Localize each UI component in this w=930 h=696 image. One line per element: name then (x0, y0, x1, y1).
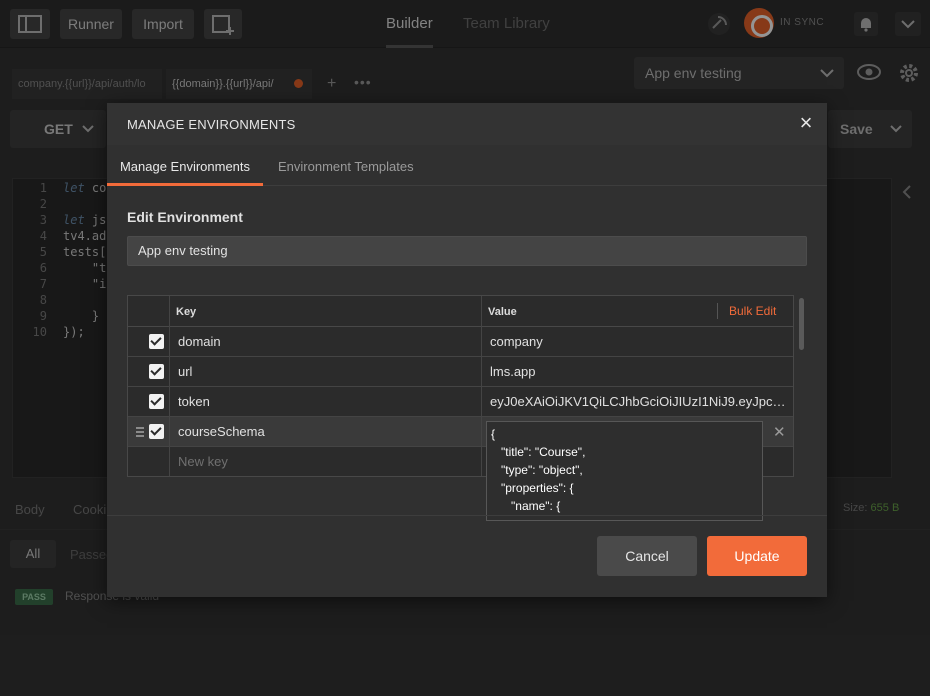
value-line: "name": { (491, 499, 561, 513)
environment-name-input[interactable]: App env testing (127, 236, 807, 266)
table-row: url lms.app (128, 357, 793, 387)
value-line: "properties": { (491, 481, 574, 495)
footer-divider (107, 515, 827, 516)
update-button[interactable]: Update (707, 536, 807, 576)
key-column-header: Key (176, 306, 197, 318)
row-enabled-checkbox[interactable] (149, 424, 164, 439)
modal-title: MANAGE ENVIRONMENTS (127, 117, 296, 132)
tab-manage-environments[interactable]: Manage Environments (107, 151, 263, 186)
variable-value[interactable]: lms.app (490, 364, 790, 379)
table-header: Key Value Bulk Edit (128, 296, 793, 327)
value-line: "title": "Course", (491, 445, 586, 459)
variable-key[interactable]: url (178, 364, 192, 379)
variable-value[interactable]: eyJ0eXAiOiJKV1QiLCJhbGciOiJIUzI1NiJ9.eyJ… (490, 394, 790, 409)
value-column-header: Value (488, 306, 517, 318)
value-line: { (491, 427, 496, 441)
variable-key[interactable]: domain (178, 334, 221, 349)
table-scrollbar[interactable] (799, 298, 804, 350)
column-divider (169, 296, 170, 476)
table-row: token eyJ0eXAiOiJKV1QiLCJhbGciOiJIUzI1Ni… (128, 387, 793, 417)
drag-handle-icon[interactable] (136, 427, 144, 437)
bulk-edit-link[interactable]: Bulk Edit (717, 303, 776, 319)
row-enabled-checkbox[interactable] (149, 334, 164, 349)
variable-key[interactable]: token (178, 394, 210, 409)
modal-header: MANAGE ENVIRONMENTS × (107, 103, 827, 145)
tab-environment-templates[interactable]: Environment Templates (278, 151, 414, 186)
value-line: "type": "object", (491, 463, 583, 477)
variable-key[interactable]: courseSchema (178, 424, 265, 439)
variable-value[interactable]: company (490, 334, 790, 349)
new-key-input[interactable]: New key (178, 454, 228, 469)
modal-tabs: Manage Environments Environment Template… (107, 151, 827, 186)
section-title: Edit Environment (127, 209, 243, 225)
delete-row-icon[interactable]: ✕ (773, 423, 786, 441)
expanded-value-editor[interactable]: { "title": "Course", "type": "object", "… (486, 421, 763, 521)
cancel-button[interactable]: Cancel (597, 536, 697, 576)
table-row: domain company (128, 327, 793, 357)
row-enabled-checkbox[interactable] (149, 394, 164, 409)
close-icon[interactable]: × (795, 112, 817, 135)
column-divider (481, 296, 482, 476)
row-enabled-checkbox[interactable] (149, 364, 164, 379)
manage-environments-modal: MANAGE ENVIRONMENTS × Manage Environment… (107, 103, 827, 597)
